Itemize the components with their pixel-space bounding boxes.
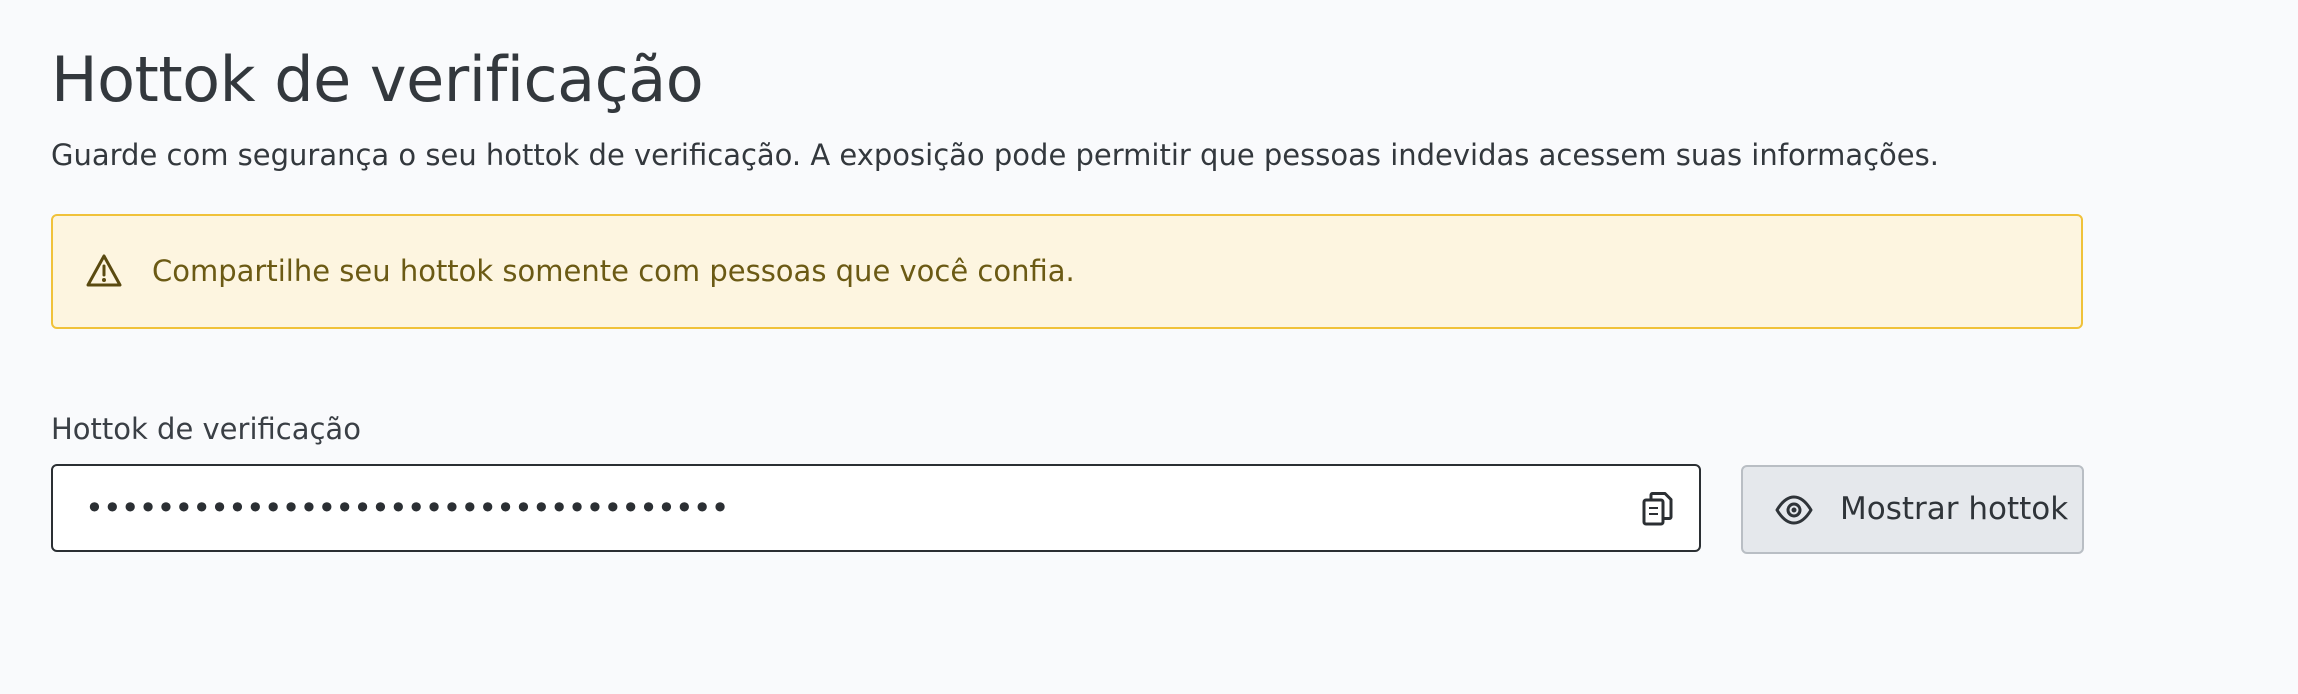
eye-icon (1775, 495, 1813, 525)
warning-alert: Compartilhe seu hottok somente com pesso… (51, 214, 2083, 329)
alert-text: Compartilhe seu hottok somente com pesso… (152, 254, 1075, 288)
hottok-field-label: Hottok de verificação (51, 412, 361, 446)
show-hottok-button[interactable]: Mostrar hottok (1741, 465, 2084, 554)
warning-triangle-icon (85, 253, 123, 289)
copy-icon[interactable] (1641, 491, 1675, 527)
hottok-input[interactable]: •••••••••••••••••••••••••••••••••••• (51, 464, 1701, 552)
page-title: Hottok de verificação (51, 43, 704, 116)
hottok-page: Hottok de verificação Guarde com seguran… (0, 0, 2298, 694)
hottok-input-value[interactable]: •••••••••••••••••••••••••••••••••••• (85, 488, 729, 528)
page-description: Guarde com segurança o seu hottok de ver… (51, 138, 1939, 172)
show-hottok-button-label: Mostrar hottok (1840, 491, 2069, 527)
